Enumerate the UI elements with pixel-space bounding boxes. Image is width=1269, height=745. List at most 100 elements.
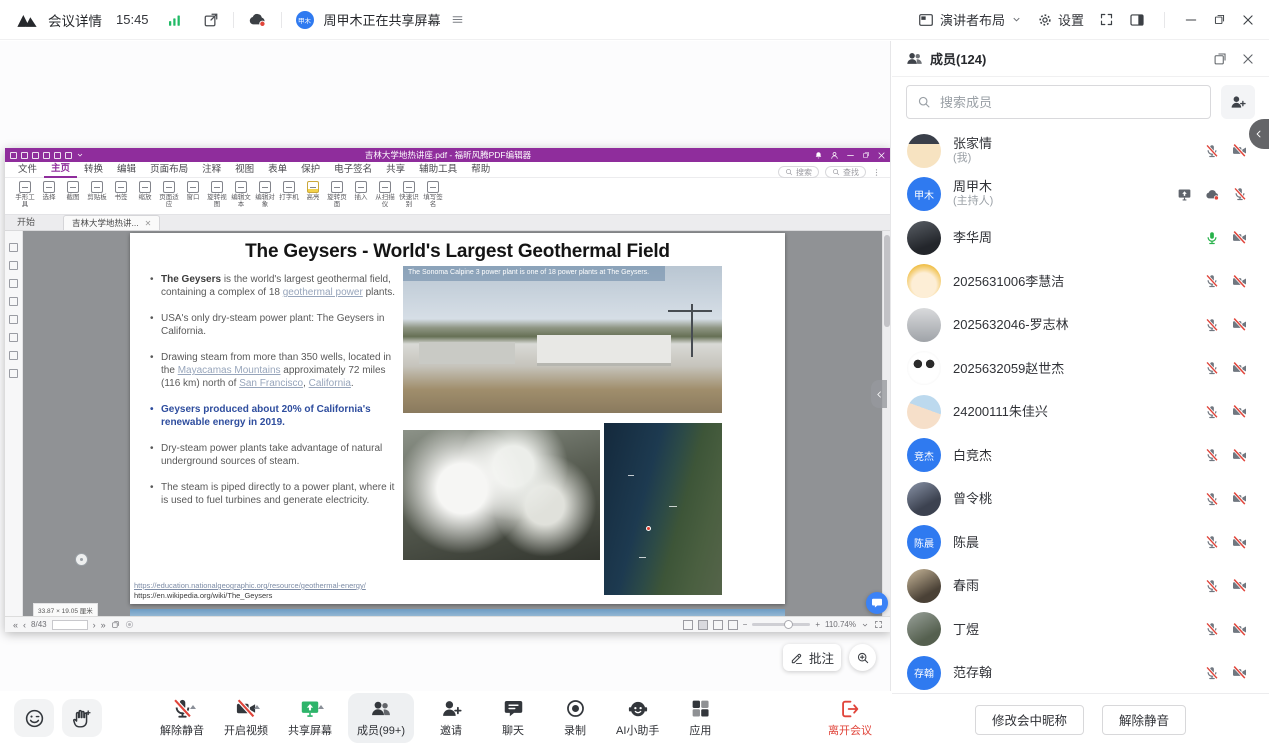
member-row[interactable]: 竞杰 白竞杰 bbox=[892, 434, 1269, 478]
rename-button[interactable]: 修改会中昵称 bbox=[975, 705, 1084, 735]
member-row[interactable]: 春雨 bbox=[892, 564, 1269, 608]
invite-button[interactable]: 邀请 bbox=[426, 693, 476, 743]
pdf-find-box[interactable]: 查找 bbox=[825, 166, 866, 178]
view-book-icon[interactable] bbox=[728, 620, 738, 630]
sidebar-layers-icon[interactable] bbox=[9, 315, 18, 324]
pdf-tool-button[interactable]: 旋转视图 bbox=[205, 181, 229, 209]
member-row[interactable]: 陈晨 陈晨 bbox=[892, 521, 1269, 565]
account-icon[interactable] bbox=[830, 151, 839, 160]
pdf-tool-button[interactable]: 从扫描仪 bbox=[373, 181, 397, 209]
ai-assistant-button[interactable]: AI小助手 bbox=[612, 693, 663, 743]
zoom-in-button[interactable]: + bbox=[815, 620, 820, 629]
zoom-out-button[interactable]: − bbox=[743, 620, 748, 629]
page-number-input[interactable] bbox=[52, 620, 88, 630]
floating-tool-dot[interactable] bbox=[75, 553, 88, 566]
pdf-menu-item[interactable]: 编辑 bbox=[110, 162, 143, 177]
chat-button[interactable]: 聊天 bbox=[488, 693, 538, 743]
pdf-quick-access-icon[interactable] bbox=[10, 152, 17, 159]
settings-button[interactable]: 设置 bbox=[1037, 10, 1084, 29]
member-row[interactable]: 丁煜 bbox=[892, 608, 1269, 652]
member-row[interactable]: 李华周 bbox=[892, 216, 1269, 260]
first-page-button[interactable]: « bbox=[13, 620, 18, 630]
popout-icon[interactable] bbox=[1213, 52, 1227, 66]
leave-meeting-button[interactable]: 离开会议 bbox=[815, 693, 885, 743]
minimize-button[interactable] bbox=[1184, 13, 1198, 27]
fit-page-icon[interactable] bbox=[111, 620, 120, 629]
pdf-start-tab[interactable]: 开始 bbox=[17, 215, 35, 228]
pdf-tool-button[interactable]: 窗口 bbox=[181, 181, 205, 202]
tab-close-icon[interactable]: ✕ bbox=[145, 219, 152, 228]
zoom-slider-knob[interactable] bbox=[784, 620, 793, 629]
bell-icon[interactable] bbox=[814, 151, 823, 160]
fullscreen-icon[interactable] bbox=[1099, 12, 1114, 27]
slide-hyperlink[interactable]: geothermal power bbox=[283, 287, 363, 298]
pdf-quick-access-icon[interactable] bbox=[54, 152, 61, 159]
pdf-quick-access-icon[interactable] bbox=[21, 152, 28, 159]
view-single-page-icon[interactable] bbox=[683, 620, 693, 630]
next-page-button[interactable]: › bbox=[93, 620, 96, 630]
sidebar-bookmarks-icon[interactable] bbox=[9, 243, 18, 252]
sidebar-signatures-icon[interactable] bbox=[9, 333, 18, 342]
pdf-menu-item[interactable]: 共享 bbox=[379, 162, 412, 177]
pdf-tool-button[interactable]: 手形工具 bbox=[13, 181, 37, 209]
member-row[interactable]: 张家情(我) bbox=[892, 129, 1269, 173]
pdf-menu-item[interactable]: 辅助工具 bbox=[412, 162, 464, 177]
member-row[interactable]: 曾令桃 bbox=[892, 477, 1269, 521]
member-row[interactable]: 2025632059赵世杰 bbox=[892, 347, 1269, 391]
view-two-page-icon[interactable] bbox=[713, 620, 723, 630]
rotate-icon[interactable] bbox=[125, 620, 134, 629]
member-row[interactable]: 2025631006李慧洁 bbox=[892, 260, 1269, 304]
slide-hyperlink[interactable]: San Francisco bbox=[239, 378, 303, 389]
sidebar-pages-icon[interactable] bbox=[9, 261, 18, 270]
pdf-tool-button[interactable]: 书签 bbox=[109, 181, 133, 202]
floating-chat-bubble[interactable] bbox=[866, 592, 888, 614]
pdf-scrollbar[interactable] bbox=[882, 231, 891, 616]
pdf-quick-access-icon[interactable] bbox=[32, 152, 39, 159]
open-external-icon[interactable] bbox=[203, 12, 219, 28]
pdf-tool-button[interactable]: 打字机 bbox=[277, 181, 301, 202]
member-row[interactable]: 甲木 周甲木(主持人) bbox=[892, 173, 1269, 217]
slide-hyperlink[interactable]: Mayacamas Mountains bbox=[178, 365, 281, 376]
share-screen-button[interactable]: 共享屏幕 bbox=[284, 693, 336, 743]
raise-hand-button[interactable] bbox=[62, 699, 102, 737]
chevron-down-icon[interactable] bbox=[76, 151, 84, 159]
chevron-down-icon[interactable] bbox=[861, 621, 869, 629]
zoom-slider[interactable] bbox=[752, 623, 810, 626]
slide-hyperlink[interactable]: California bbox=[309, 378, 351, 389]
pdf-tool-button[interactable]: 页面适应 bbox=[157, 181, 181, 209]
pdf-menu-item[interactable]: 表单 bbox=[261, 162, 294, 177]
record-button[interactable]: 录制 bbox=[550, 693, 600, 743]
member-search-box[interactable] bbox=[906, 85, 1211, 119]
apps-button[interactable]: 应用 bbox=[675, 693, 725, 743]
view-continuous-icon[interactable] bbox=[698, 620, 708, 630]
pdf-tool-button[interactable]: 快速识别 bbox=[397, 181, 421, 209]
pdf-document-tab[interactable]: 吉林大学地热讲... ✕ bbox=[63, 215, 160, 230]
sidebar-attachments-icon[interactable] bbox=[9, 297, 18, 306]
chevron-up-icon[interactable] bbox=[254, 705, 260, 709]
pdf-tool-button[interactable]: 高亮 bbox=[301, 181, 325, 202]
source-link[interactable]: https://en.wikipedia.org/wiki/The_Geyser… bbox=[134, 591, 366, 601]
layout-switcher[interactable]: 演讲者布局 bbox=[918, 10, 1022, 29]
pdf-tool-button[interactable]: 编辑文本 bbox=[229, 181, 253, 209]
pdf-menu-item[interactable]: 注释 bbox=[195, 162, 228, 177]
last-page-button[interactable]: » bbox=[101, 620, 106, 630]
unmute-button[interactable]: 解除静音 bbox=[156, 693, 208, 743]
pdf-quick-access-icon[interactable] bbox=[65, 152, 72, 159]
member-row[interactable]: 2025632046-罗志林 bbox=[892, 303, 1269, 347]
unmute-request-button[interactable]: 解除静音 bbox=[1102, 705, 1186, 735]
prev-page-button[interactable]: ‹ bbox=[23, 620, 26, 630]
pdf-menu-item[interactable]: 文件 bbox=[11, 162, 44, 177]
pdf-menu-item[interactable]: 主页 bbox=[44, 161, 77, 178]
pdf-tool-button[interactable]: 选择 bbox=[37, 181, 61, 202]
source-link[interactable]: https://education.nationalgeographic.org… bbox=[134, 581, 366, 591]
pdf-canvas[interactable]: The Geysers - World's Largest Geothermal… bbox=[23, 231, 882, 616]
pdf-menu-item[interactable]: 电子签名 bbox=[327, 162, 379, 177]
pdf-tool-button[interactable]: 编辑对象 bbox=[253, 181, 277, 209]
magnify-button[interactable] bbox=[849, 644, 876, 671]
sidebar-toggle-icon[interactable] bbox=[1129, 12, 1145, 28]
pdf-tool-button[interactable]: 截图 bbox=[61, 181, 85, 202]
member-search-input[interactable] bbox=[938, 94, 1200, 111]
meeting-details-link[interactable]: 会议详情 bbox=[48, 10, 102, 30]
member-row[interactable]: 24200111朱佳兴 bbox=[892, 390, 1269, 434]
sidebar-destinations-icon[interactable] bbox=[9, 369, 18, 378]
